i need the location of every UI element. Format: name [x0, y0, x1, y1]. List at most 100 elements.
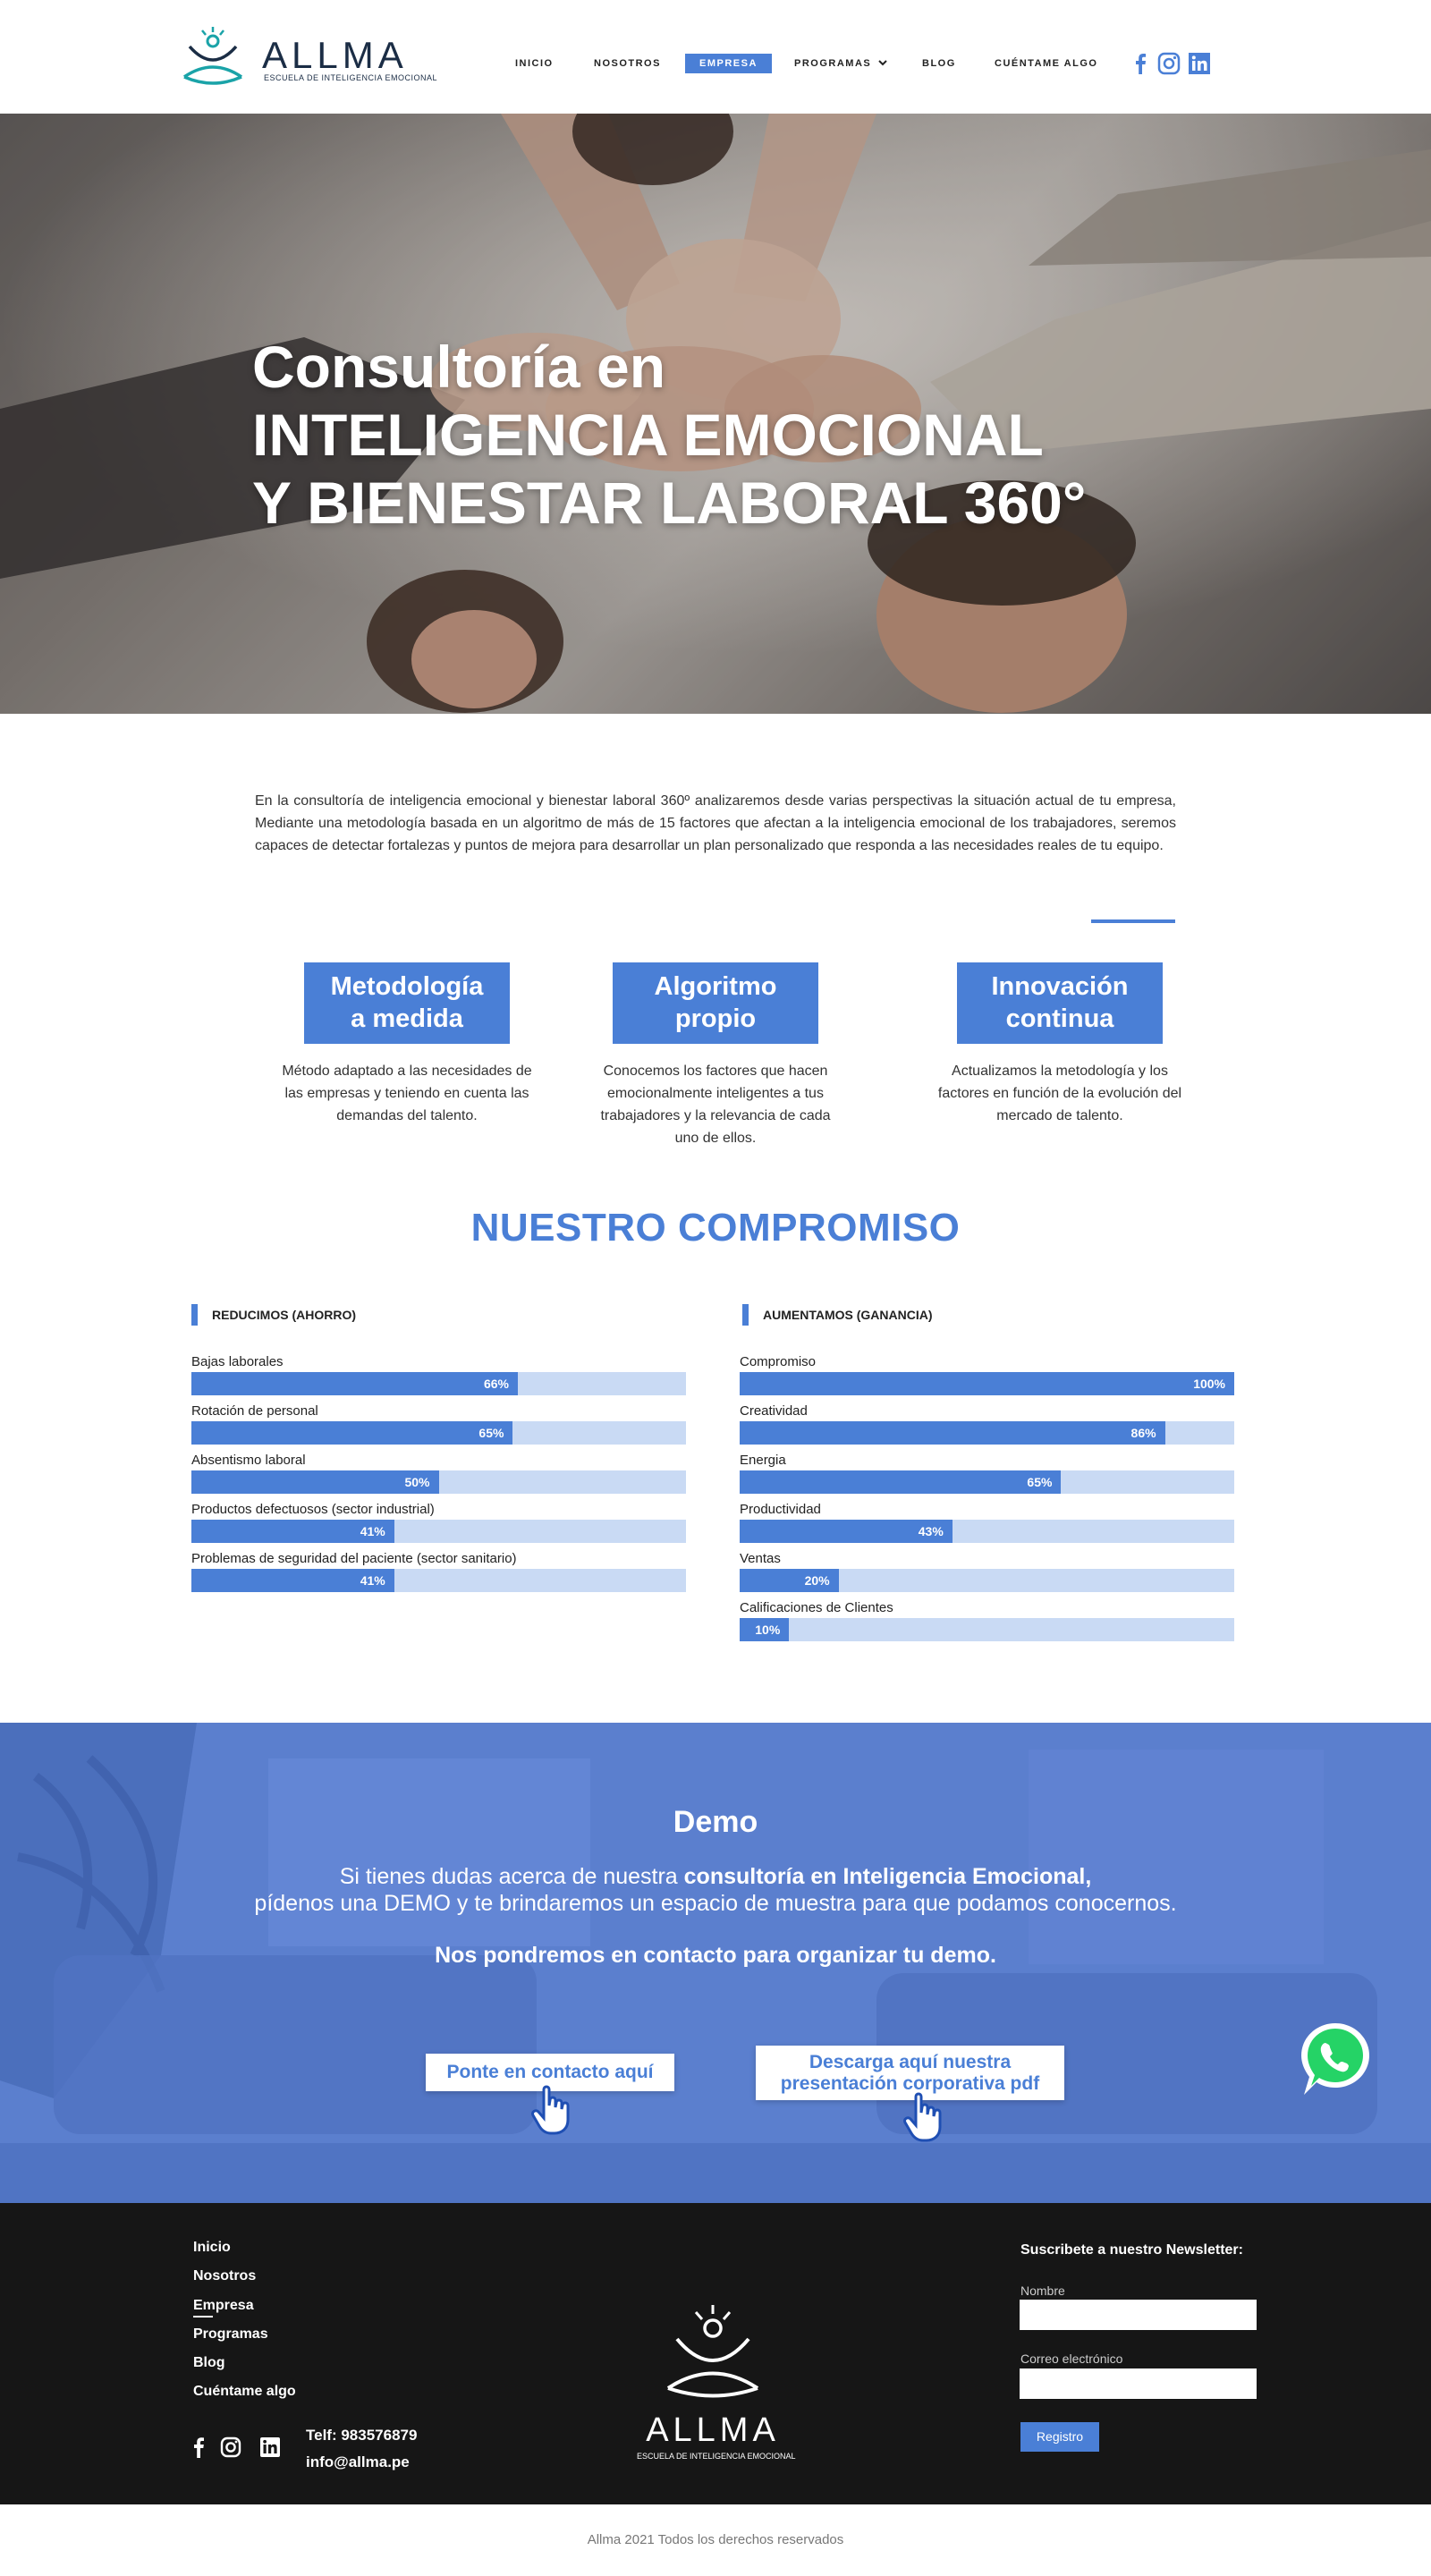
progress-label: Calificaciones de Clientes: [740, 1600, 893, 1615]
feature-title-line-2: continua: [1005, 1004, 1114, 1033]
footer-phone: Telf: 983576879: [306, 2427, 418, 2444]
footer-link-blog[interactable]: Blog: [193, 2355, 225, 2371]
footer-logo-tagline: ESCUELA DE INTELIGENCIA EMOCIONAL: [637, 2452, 796, 2461]
progress-percent: 65%: [1027, 1475, 1053, 1489]
footer-logo-name: ALLMA: [646, 2411, 780, 2449]
demo-text-line-2: pídenos una DEMO y te brindaremos un esp…: [254, 1891, 1177, 1916]
instagram-icon[interactable]: [1157, 52, 1181, 75]
progress-percent: 100%: [1193, 1377, 1225, 1391]
pointer-hand-icon: [903, 2092, 942, 2142]
feature-title-line-2: a medida: [351, 1004, 463, 1033]
reduce-progress-row: Bajas laborales 66%: [191, 1352, 686, 1395]
progress-track: 10%: [740, 1618, 1234, 1641]
progress-track: 65%: [740, 1470, 1234, 1494]
progress-fill: 50%: [191, 1470, 439, 1494]
hero-title-line-1: Consultoría en: [252, 334, 666, 400]
newsletter-email-input[interactable]: [1020, 2368, 1257, 2399]
footer-link-cuentame[interactable]: Cuéntame algo: [193, 2384, 296, 2400]
increase-progress-row: Calificaciones de Clientes 10%: [740, 1598, 1234, 1641]
linkedin-icon[interactable]: [259, 2436, 281, 2458]
nav-item-nosotros[interactable]: NOSOTROS: [594, 54, 661, 73]
footer-link-empresa[interactable]: Empresa: [193, 2298, 254, 2318]
feature-title: Innovación continua: [957, 962, 1163, 1044]
footer-link-nosotros[interactable]: Nosotros: [193, 2268, 256, 2284]
linkedin-icon[interactable]: [1188, 52, 1211, 75]
hero-title: Consultoría en INTELIGENCIA EMOCIONAL Y …: [252, 333, 1086, 537]
nav-item-empresa[interactable]: EMPRESA: [685, 54, 772, 73]
progress-track: 41%: [191, 1520, 686, 1543]
nav-item-inicio[interactable]: INICIO: [515, 54, 554, 73]
progress-percent: 41%: [360, 1524, 385, 1538]
progress-fill: 66%: [191, 1372, 518, 1395]
reduce-progress-row: Productos defectuosos (sector industrial…: [191, 1500, 686, 1543]
facebook-icon[interactable]: [1129, 52, 1152, 75]
increase-progress-row: Productividad 43%: [740, 1500, 1234, 1543]
newsletter-name-label: Nombre: [1020, 2284, 1065, 2298]
feature-title: Algoritmo propio: [613, 962, 818, 1044]
instagram-icon[interactable]: [220, 2436, 241, 2458]
progress-label: Ventas: [740, 1551, 781, 1566]
progress-fill: 65%: [740, 1470, 1062, 1494]
increase-progress-row: Ventas 20%: [740, 1549, 1234, 1592]
newsletter-name-input[interactable]: [1020, 2300, 1257, 2330]
progress-percent: 50%: [404, 1475, 430, 1489]
feature-description: Conocemos los factores que hacen emocion…: [600, 1063, 831, 1146]
progress-percent: 86%: [1130, 1426, 1156, 1440]
lotus-logo-icon: [666, 2305, 759, 2398]
newsletter-register-button[interactable]: Registro: [1020, 2422, 1099, 2452]
demo-text-line-1-regular: Si tienes dudas acerca de nuestra: [339, 1864, 684, 1889]
reduce-progress-row: Absentismo laboral 50%: [191, 1451, 686, 1494]
progress-fill: 86%: [740, 1421, 1165, 1445]
progress-percent: 41%: [360, 1573, 385, 1588]
facebook-icon[interactable]: [188, 2436, 209, 2458]
hero-title-line-2: INTELIGENCIA EMOCIONAL: [252, 402, 1044, 468]
progress-fill: 43%: [740, 1520, 953, 1543]
footer-logo: ALLMA ESCUELA DE INTELIGENCIA EMOCIONAL: [637, 2303, 796, 2464]
progress-percent: 65%: [478, 1426, 504, 1440]
demo-section: Demo Si tienes dudas acerca de nuestra c…: [0, 1723, 1431, 2203]
lotus-logo-icon: [183, 27, 242, 85]
feature-description: Actualizamos la metodología y los factor…: [937, 1063, 1182, 1123]
progress-fill: 100%: [740, 1372, 1234, 1395]
progress-track: 41%: [191, 1569, 686, 1592]
progress-label: Compromiso: [740, 1354, 817, 1369]
demo-text-line-1-bold: consultoría en Inteligencia Emocional,: [683, 1864, 1092, 1889]
feature-description: Método adaptado a las necesidades de las…: [282, 1063, 532, 1123]
reduce-heading: REDUCIMOS (AHORRO): [191, 1304, 356, 1326]
progress-track: 65%: [191, 1421, 686, 1445]
progress-percent: 20%: [804, 1573, 830, 1588]
site-footer: Inicio Nosotros Empresa Programas Blog C…: [0, 2203, 1431, 2504]
nav-item-blog[interactable]: BLOG: [922, 54, 956, 73]
whatsapp-icon[interactable]: [1293, 2018, 1377, 2102]
section-divider: [1091, 919, 1175, 923]
brand-logo[interactable]: ALLMA ESCUELA DE INTELIGENCIA EMOCIONAL: [177, 25, 437, 89]
progress-percent: 10%: [755, 1623, 781, 1637]
commitment-title: NUESTRO COMPROMISO: [470, 1206, 961, 1250]
nav-item-cuentame[interactable]: CUÉNTAME ALGO: [995, 54, 1097, 73]
pointer-hand-icon: [531, 2085, 570, 2135]
progress-percent: 66%: [483, 1377, 509, 1391]
progress-track: 43%: [740, 1520, 1234, 1543]
demo-title: Demo: [673, 1805, 758, 1839]
footer-email[interactable]: info@allma.pe: [306, 2453, 410, 2471]
progress-track: 50%: [191, 1470, 686, 1494]
increase-progress-row: Creatividad 86%: [740, 1402, 1234, 1445]
hero-title-line-3: Y BIENESTAR LABORAL 360°: [252, 470, 1087, 536]
progress-label: Absentismo laboral: [191, 1453, 306, 1468]
feature-title: Metodología a medida: [304, 962, 510, 1044]
progress-label: Energia: [740, 1453, 786, 1468]
feature-title-line-2: propio: [674, 1004, 757, 1033]
reduce-progress-row: Rotación de personal 65%: [191, 1402, 686, 1445]
feature-title-line-1: Algoritmo: [654, 972, 777, 1001]
feature-card-innovacion: Innovación continua Actualizamos la meto…: [926, 962, 1194, 1127]
footer-link-inicio[interactable]: Inicio: [193, 2240, 231, 2256]
hero-banner: Consultoría en INTELIGENCIA EMOCIONAL Y …: [0, 114, 1431, 714]
newsletter-email-label: Correo electrónico: [1020, 2351, 1123, 2366]
nav-item-programas[interactable]: PROGRAMAS: [794, 54, 887, 73]
demo-text-line-3: Nos pondremos en contacto para organizar…: [435, 1943, 996, 1968]
progress-label: Bajas laborales: [191, 1354, 284, 1369]
footer-link-programas[interactable]: Programas: [193, 2326, 268, 2343]
download-button-line-1: Descarga aquí nuestra: [809, 2052, 1012, 2072]
progress-label: Problemas de seguridad del paciente (sec…: [191, 1551, 517, 1566]
brand-tagline: ESCUELA DE INTELIGENCIA EMOCIONAL: [264, 73, 438, 82]
